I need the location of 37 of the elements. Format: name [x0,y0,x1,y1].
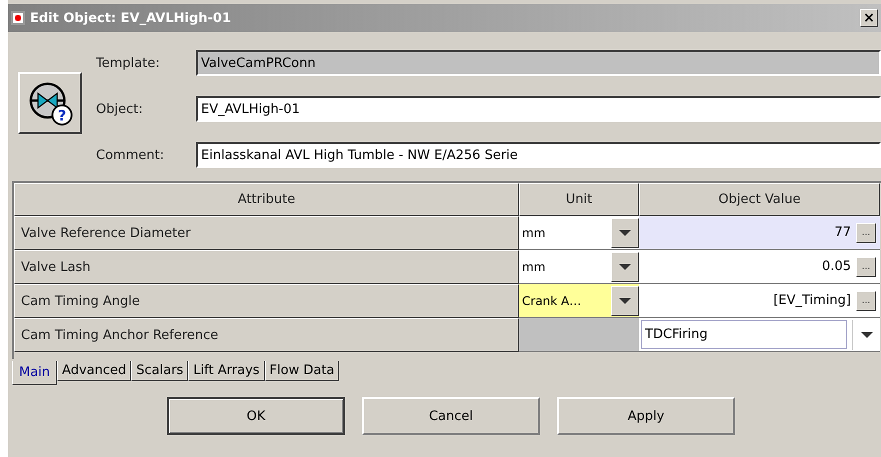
window-icon [11,11,25,25]
value-dropdown[interactable]: TDCFiring [639,318,880,352]
attribute-cell: Cam Timing Anchor Reference [14,318,519,352]
caret-icon [611,252,639,282]
close-button[interactable]: × [860,9,878,27]
dialog-button[interactable]: Cancel [362,397,540,435]
caret-icon [611,218,639,248]
attribute-cell: Cam Timing Angle [14,284,519,318]
tab[interactable]: Lift Arrays [188,361,265,381]
dialog-button[interactable]: OK [167,397,345,435]
object-icon-button[interactable]: ? [18,72,82,134]
unit-dropdown[interactable]: mm [519,250,639,284]
dialog-button[interactable]: Apply [557,397,735,435]
column-header: Unit [519,183,639,216]
tab[interactable]: Advanced [57,361,132,381]
column-header: Attribute [14,183,519,216]
column-header: Object Value [639,183,880,216]
text-field[interactable]: EV_AVLHigh-01 [196,96,881,122]
field-label: Comment: [96,148,166,162]
value-cell[interactable]: [EV_Timing] ... [639,284,880,318]
window-title: Edit Object: EV_AVLHigh-01 [30,10,232,26]
browse-button[interactable]: ... [856,256,876,276]
attribute-cell: Valve Reference Diameter [14,216,519,250]
value-cell[interactable]: 0.05 ... [639,250,880,284]
tab[interactable]: Scalars [131,361,188,381]
text-field[interactable]: Einlasskanal AVL High Tumble - NW E/A256 Serie [196,142,881,168]
field-label: Template: [96,56,161,70]
value-cell[interactable]: 77 ... [639,216,880,250]
unit-dropdown[interactable]: mm [519,216,639,250]
tab[interactable]: Flow Data [264,361,340,381]
tab[interactable]: Main [12,361,58,385]
field-label: Object: [96,102,144,116]
browse-button[interactable]: ... [856,222,876,242]
attribute-cell: Valve Lash [14,250,519,284]
caret-icon [611,286,639,316]
browse-button[interactable]: ... [856,290,876,310]
unit-dropdown[interactable]: Crank A… [519,284,639,318]
